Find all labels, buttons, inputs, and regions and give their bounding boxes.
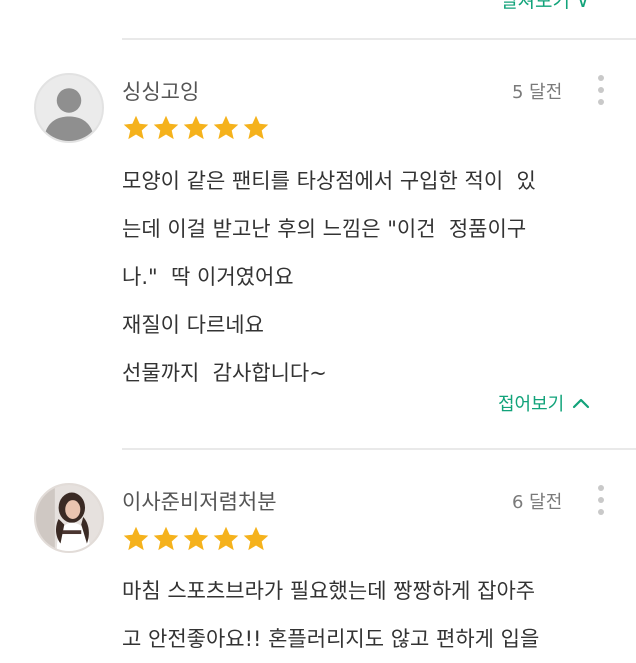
star-icon [123,526,149,551]
chevron-up-icon [573,398,590,409]
star-icon [153,115,179,140]
review-line: 나." 딱 이거였어요 [122,265,294,289]
more-options-icon[interactable] [596,485,606,515]
star-icon [183,115,209,140]
star-icon [183,526,209,551]
review-text: 마침 스포츠브라가 필요했는데 짱짱하게 잡아주 고 안전좋아요!! 혼플러리지… [122,567,627,663]
divider [122,38,636,40]
review-date: 6 달전 [512,492,563,513]
review-line: 고 안전좋아요!! 혼플러리지도 않고 편하게 입을 [122,627,540,651]
review-line: 재질이 다르네요 [122,313,264,337]
review-date: 5 달전 [512,82,563,103]
review-line: 는데 이걸 받고난 후의 느낌은 "이건 정품이구 [122,217,527,241]
star-icon [243,526,269,551]
review-author[interactable]: 싱싱고잉 [122,76,199,106]
star-icon [243,115,269,140]
expand-link[interactable]: 펼쳐보기 ∨ [500,0,590,13]
star-rating [122,114,270,146]
default-avatar-icon[interactable] [34,73,104,143]
review-text: 모양이 같은 팬티를 타상점에서 구입한 적이 있 는데 이걸 받고난 후의 느… [122,157,627,397]
star-icon [123,115,149,140]
review-line: 모양이 같은 팬티를 타상점에서 구입한 적이 있 [122,169,536,193]
star-icon [213,115,239,140]
more-options-icon[interactable] [596,75,606,105]
profile-photo-avatar[interactable] [34,483,104,553]
collapse-button[interactable]: 접어보기 [498,390,590,416]
star-icon [213,526,239,551]
divider [122,448,636,450]
review-author[interactable]: 이사준비저렴처분 [122,486,277,516]
star-rating [122,525,270,557]
star-icon [153,526,179,551]
review-line: 마침 스포츠브라가 필요했는데 짱짱하게 잡아주 [122,579,536,603]
collapse-label: 접어보기 [498,394,565,415]
